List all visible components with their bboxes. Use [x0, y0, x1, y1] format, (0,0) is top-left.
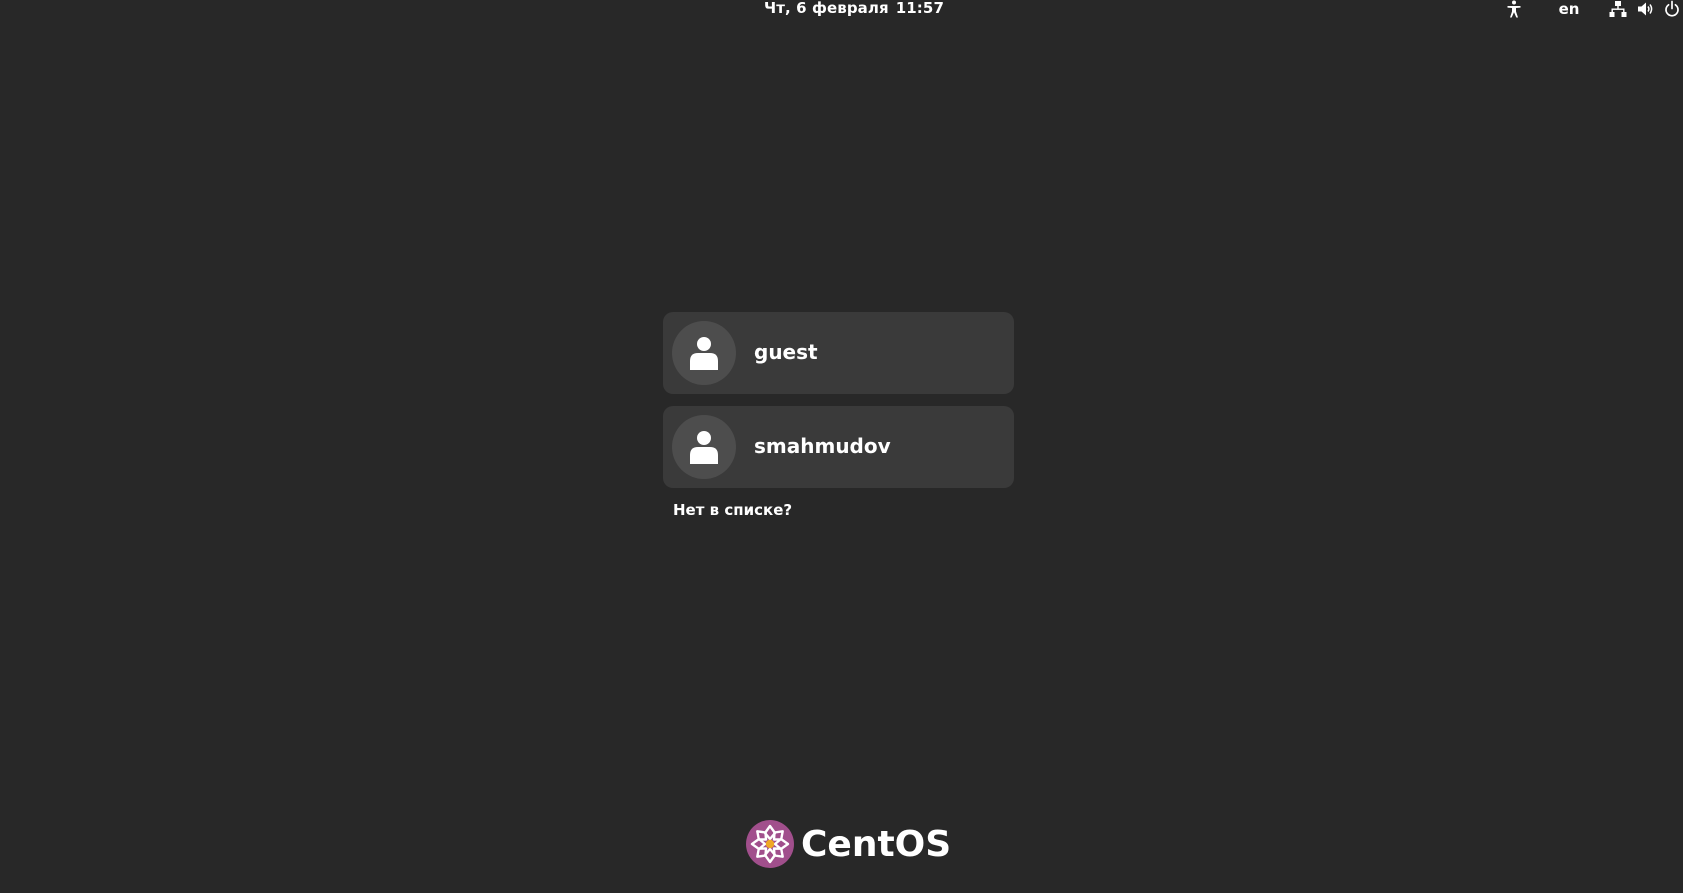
accessibility-icon	[1507, 0, 1521, 18]
power-icon	[1665, 0, 1679, 17]
power-menu[interactable]	[1663, 0, 1681, 18]
volume-indicator[interactable]	[1636, 0, 1656, 18]
user-name: smahmudov	[754, 434, 891, 458]
user-name: guest	[754, 340, 818, 364]
login-screen: Чт, 6 февраля 11:57 en guest smahmudov Н…	[0, 0, 1683, 893]
clock-time: 11:57	[895, 0, 944, 17]
network-indicator[interactable]	[1608, 0, 1628, 18]
clock-date: Чт, 6 февраля	[764, 0, 889, 17]
centos-logo-icon	[746, 820, 794, 868]
accessibility-menu[interactable]	[1504, 0, 1524, 18]
top-bar: Чт, 6 февраля 11:57 en	[0, 0, 1683, 18]
avatar	[672, 415, 736, 479]
centos-logo: CentOS	[746, 820, 951, 868]
avatar	[672, 321, 736, 385]
user-icon	[690, 337, 718, 370]
not-listed-link[interactable]: Нет в списке?	[673, 501, 792, 519]
user-item-smahmudov[interactable]: smahmudov	[663, 406, 1014, 488]
user-list: guest smahmudov	[663, 312, 1014, 500]
user-icon	[690, 431, 718, 464]
keyboard-layout-indicator[interactable]: en	[1556, 0, 1582, 18]
logo-text: CentOS	[801, 823, 952, 865]
clock[interactable]: Чт, 6 февраля 11:57	[764, 0, 944, 17]
network-icon	[1609, 1, 1627, 17]
volume-icon	[1638, 2, 1653, 16]
user-item-guest[interactable]: guest	[663, 312, 1014, 394]
